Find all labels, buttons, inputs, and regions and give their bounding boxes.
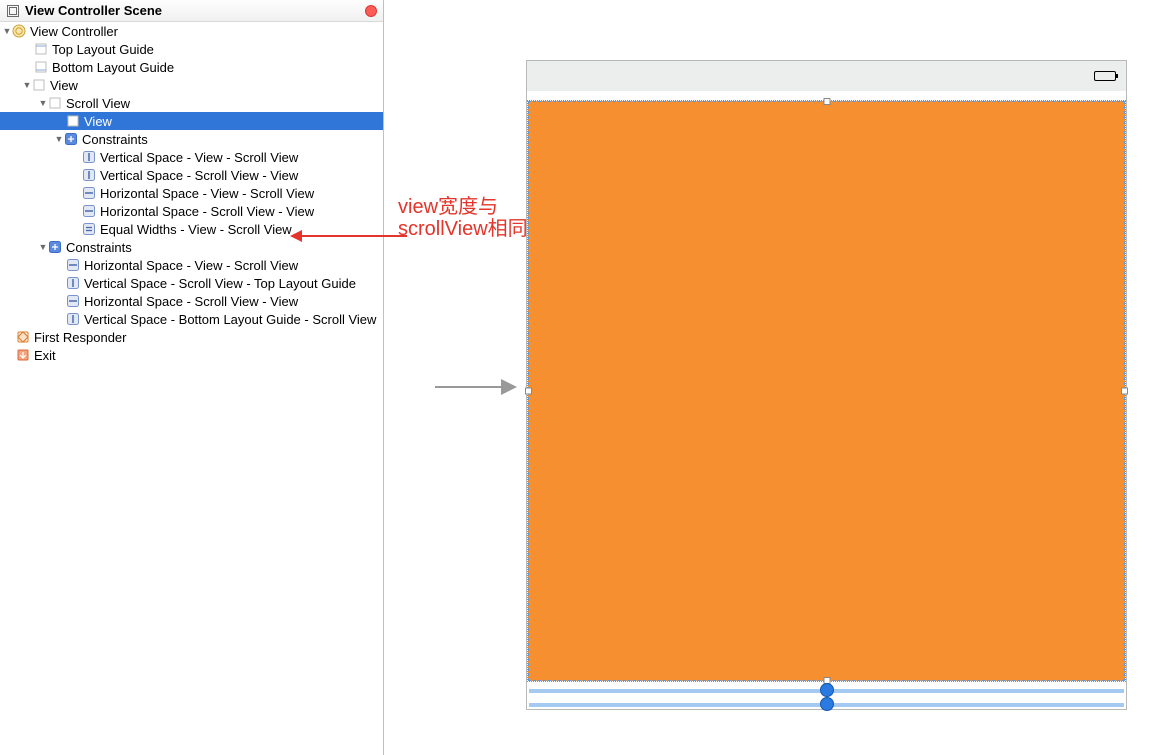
tree-label: Bottom Layout Guide bbox=[52, 60, 174, 75]
horizontal-constraint-icon bbox=[82, 204, 96, 218]
battery-icon bbox=[1094, 71, 1116, 81]
outline-header: View Controller Scene bbox=[0, 0, 383, 22]
tree-row-constraints-inner[interactable]: ▼ Constraints bbox=[0, 130, 383, 148]
constraint-badge-icon[interactable] bbox=[820, 697, 834, 711]
constraints-group-icon bbox=[64, 132, 78, 146]
tree-row-constraint[interactable]: Horizontal Space - View - Scroll View bbox=[0, 184, 383, 202]
selected-view[interactable] bbox=[528, 101, 1125, 681]
vertical-constraint-icon bbox=[82, 150, 96, 164]
tree-row-first-responder[interactable]: First Responder bbox=[0, 328, 383, 346]
tree-label: Scroll View bbox=[66, 96, 130, 111]
tree-label: Vertical Space - Scroll View - Top Layou… bbox=[84, 276, 356, 291]
constraints-group-icon bbox=[48, 240, 62, 254]
tree-row-constraint[interactable]: Vertical Space - Scroll View - Top Layou… bbox=[0, 274, 383, 292]
tree-label: Vertical Space - Scroll View - View bbox=[100, 168, 298, 183]
tree-label: Vertical Space - Bottom Layout Guide - S… bbox=[84, 312, 376, 327]
disclosure-icon[interactable]: ▼ bbox=[54, 134, 64, 144]
constraint-badge-icon[interactable] bbox=[820, 683, 834, 697]
tree-label: Exit bbox=[34, 348, 56, 363]
tree-label: View bbox=[50, 78, 78, 93]
tree-label: Constraints bbox=[66, 240, 132, 255]
tree-row-top-layout-guide[interactable]: Top Layout Guide bbox=[0, 40, 383, 58]
view-icon bbox=[32, 78, 46, 92]
tree-label: Horizontal Space - Scroll View - View bbox=[100, 204, 314, 219]
view-controller-icon bbox=[12, 24, 26, 38]
tree-row-constraint[interactable]: Vertical Space - Scroll View - View bbox=[0, 166, 383, 184]
tree-label: Equal Widths - View - Scroll View bbox=[100, 222, 292, 237]
disclosure-icon[interactable]: ▼ bbox=[22, 80, 32, 90]
annotation-line2: scrollView相同 bbox=[398, 218, 528, 240]
tree-row-constraint[interactable]: Vertical Space - Bottom Layout Guide - S… bbox=[0, 310, 383, 328]
device-canvas[interactable] bbox=[526, 60, 1127, 710]
tree-label: First Responder bbox=[34, 330, 126, 345]
first-responder-icon bbox=[16, 330, 30, 344]
tree-row-scroll-view[interactable]: ▼ Scroll View bbox=[0, 94, 383, 112]
tree-row-constraint[interactable]: Horizontal Space - Scroll View - View bbox=[0, 202, 383, 220]
tree-label: View Controller bbox=[30, 24, 118, 39]
close-icon[interactable] bbox=[365, 5, 377, 17]
tree-label: Vertical Space - View - Scroll View bbox=[100, 150, 298, 165]
tree-row-exit[interactable]: Exit bbox=[0, 346, 383, 364]
annotation-text: view宽度与 scrollView相同 bbox=[398, 196, 528, 240]
resize-handle[interactable] bbox=[525, 388, 532, 395]
annotation-line1: view宽度与 bbox=[398, 196, 528, 218]
equal-widths-constraint-icon bbox=[82, 222, 96, 236]
vertical-constraint-icon bbox=[66, 312, 80, 326]
status-bar bbox=[527, 61, 1126, 91]
disclosure-icon[interactable]: ▼ bbox=[2, 26, 12, 36]
horizontal-constraint-icon bbox=[66, 258, 80, 272]
view-icon bbox=[48, 96, 62, 110]
tree-row-view-controller[interactable]: ▼ View Controller bbox=[0, 22, 383, 40]
annotation-arrow-gray bbox=[435, 386, 515, 388]
tree-row-constraint[interactable]: Horizontal Space - View - Scroll View bbox=[0, 256, 383, 274]
scene-icon bbox=[6, 4, 20, 18]
outline-title: View Controller Scene bbox=[25, 3, 365, 18]
disclosure-icon[interactable]: ▼ bbox=[38, 98, 48, 108]
document-outline[interactable]: View Controller Scene ▼ View Controller … bbox=[0, 0, 384, 755]
layout-guide-icon bbox=[34, 60, 48, 74]
exit-icon bbox=[16, 348, 30, 362]
tree-label: Horizontal Space - View - Scroll View bbox=[84, 258, 298, 273]
tree-row-constraint[interactable]: Horizontal Space - Scroll View - View bbox=[0, 292, 383, 310]
tree-row-constraints-outer[interactable]: ▼ Constraints bbox=[0, 238, 383, 256]
vertical-constraint-icon bbox=[66, 276, 80, 290]
annotation-arrow-red bbox=[292, 235, 407, 237]
disclosure-icon[interactable]: ▼ bbox=[38, 242, 48, 252]
tree-label: Top Layout Guide bbox=[52, 42, 154, 57]
tree-row-inner-view[interactable]: View bbox=[0, 112, 383, 130]
tree-row-root-view[interactable]: ▼ View bbox=[0, 76, 383, 94]
horizontal-constraint-icon bbox=[66, 294, 80, 308]
tree-label: Horizontal Space - Scroll View - View bbox=[84, 294, 298, 309]
layout-guide-icon bbox=[34, 42, 48, 56]
view-icon bbox=[66, 114, 80, 128]
vertical-constraint-icon bbox=[82, 168, 96, 182]
tree-label: View bbox=[84, 114, 112, 129]
resize-handle[interactable] bbox=[823, 98, 830, 105]
tree-label: Horizontal Space - View - Scroll View bbox=[100, 186, 314, 201]
tree-row-bottom-layout-guide[interactable]: Bottom Layout Guide bbox=[0, 58, 383, 76]
tree-row-constraint[interactable]: Vertical Space - View - Scroll View bbox=[0, 148, 383, 166]
resize-handle[interactable] bbox=[1121, 388, 1128, 395]
tree-label: Constraints bbox=[82, 132, 148, 147]
horizontal-constraint-icon bbox=[82, 186, 96, 200]
